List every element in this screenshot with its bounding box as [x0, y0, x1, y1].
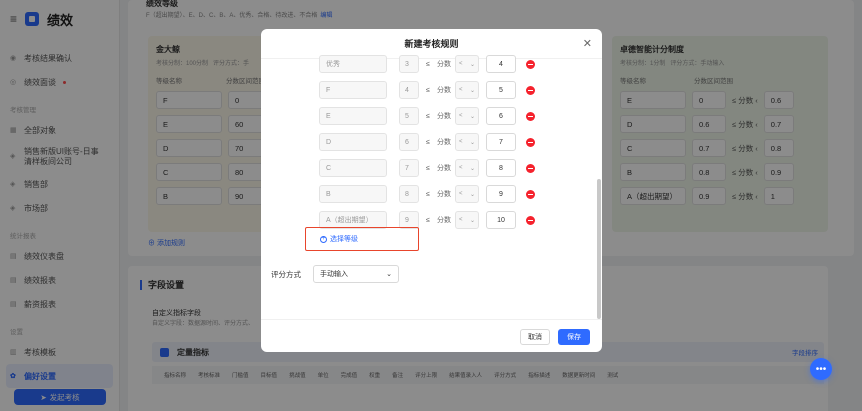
- le-symbol: ≤: [426, 112, 430, 120]
- operator-select[interactable]: < ⌄: [455, 55, 479, 73]
- le-symbol: ≤: [426, 86, 430, 94]
- score-method-label: 评分方式: [271, 269, 301, 279]
- select-level-label: 选择等级: [330, 236, 358, 243]
- grade-name-field[interactable]: C: [319, 159, 387, 177]
- cancel-button[interactable]: 取消: [520, 329, 550, 345]
- max-score-field[interactable]: 8: [486, 159, 516, 177]
- chevron-down-icon: ⌄: [469, 165, 475, 172]
- chevron-down-icon: ⌄: [469, 139, 475, 146]
- save-button[interactable]: 保存: [558, 329, 590, 345]
- min-score-field[interactable]: 4: [399, 81, 419, 99]
- modal-footer: 取消 保存: [261, 319, 602, 352]
- min-score-field[interactable]: 7: [399, 159, 419, 177]
- close-icon[interactable]: ✕: [583, 37, 592, 50]
- min-score-field[interactable]: 8: [399, 185, 419, 203]
- operator-select[interactable]: < ⌄: [455, 159, 479, 177]
- grade-name-field[interactable]: F: [319, 81, 387, 99]
- score-label: 分数: [437, 87, 451, 94]
- chevron-down-icon: ⌄: [469, 217, 475, 224]
- rule-row: B 8 ≤ 分数 < ⌄ 9: [319, 185, 535, 203]
- rule-row: 优秀 3 ≤ 分数 < ⌄ 4: [319, 55, 535, 73]
- score-method-row: 评分方式 手动输入 ⌄: [271, 265, 399, 283]
- new-rule-modal: 新建考核规则 ✕ 优秀 3 ≤ 分数 < ⌄ 4 F 4 ≤ 分数 < ⌄ 5 E …: [261, 29, 602, 352]
- min-score-field[interactable]: 6: [399, 133, 419, 151]
- score-method-select[interactable]: 手动输入 ⌄: [313, 265, 399, 283]
- score-label: 分数: [437, 61, 451, 68]
- modal-scrollbar[interactable]: [597, 179, 601, 319]
- max-score-field[interactable]: 4: [486, 55, 516, 73]
- remove-row-icon[interactable]: [526, 111, 535, 121]
- chevron-down-icon: ⌄: [469, 191, 475, 198]
- operator-select[interactable]: < ⌄: [455, 133, 479, 151]
- remove-row-icon[interactable]: [526, 163, 535, 173]
- chevron-down-icon: ⌄: [469, 61, 475, 68]
- grade-name-field[interactable]: B: [319, 185, 387, 203]
- chevron-down-icon: ⌄: [469, 113, 475, 120]
- score-label: 分数: [437, 165, 451, 172]
- rule-row: E 5 ≤ 分数 < ⌄ 6: [319, 107, 535, 125]
- score-method-value: 手动输入: [320, 271, 348, 278]
- le-symbol: ≤: [426, 190, 430, 198]
- rule-row: D 6 ≤ 分数 < ⌄ 7: [319, 133, 535, 151]
- max-score-field[interactable]: 9: [486, 185, 516, 203]
- score-label: 分数: [437, 139, 451, 146]
- rule-row: F 4 ≤ 分数 < ⌄ 5: [319, 81, 535, 99]
- chevron-down-icon: ⌄: [469, 87, 475, 94]
- le-symbol: ≤: [426, 60, 430, 68]
- grade-name-field[interactable]: E: [319, 107, 387, 125]
- max-score-field[interactable]: 5: [486, 81, 516, 99]
- score-label: 分数: [437, 191, 451, 198]
- operator-select[interactable]: < ⌄: [455, 211, 479, 229]
- score-label: 分数: [437, 217, 451, 224]
- le-symbol: ≤: [426, 138, 430, 146]
- max-score-field[interactable]: 10: [486, 211, 516, 229]
- grade-name-field[interactable]: 优秀: [319, 55, 387, 73]
- modal-title: 新建考核规则: [404, 39, 459, 49]
- operator-select[interactable]: < ⌄: [455, 107, 479, 125]
- rule-row: C 7 ≤ 分数 < ⌄ 8: [319, 159, 535, 177]
- more-fab-button[interactable]: •••: [810, 358, 832, 380]
- remove-row-icon[interactable]: [526, 189, 535, 199]
- grade-name-field[interactable]: D: [319, 133, 387, 151]
- le-symbol: ≤: [426, 216, 430, 224]
- operator-select[interactable]: < ⌄: [455, 185, 479, 203]
- min-score-field[interactable]: 5: [399, 107, 419, 125]
- min-score-field[interactable]: 3: [399, 55, 419, 73]
- max-score-field[interactable]: 6: [486, 107, 516, 125]
- remove-row-icon[interactable]: [526, 59, 535, 69]
- chevron-down-icon: ⌄: [386, 271, 392, 278]
- more-icon: •••: [815, 363, 827, 375]
- remove-row-icon[interactable]: [526, 137, 535, 147]
- remove-row-icon[interactable]: [526, 85, 535, 95]
- remove-row-icon[interactable]: [526, 215, 535, 225]
- plus-circle-icon: +: [320, 235, 327, 243]
- modal-body: 优秀 3 ≤ 分数 < ⌄ 4 F 4 ≤ 分数 < ⌄ 5 E 5 ≤ 分数 < ⌄…: [261, 55, 602, 319]
- le-symbol: ≤: [426, 164, 430, 172]
- operator-select[interactable]: < ⌄: [455, 81, 479, 99]
- select-level-button[interactable]: + 选择等级: [305, 227, 419, 251]
- max-score-field[interactable]: 7: [486, 133, 516, 151]
- score-label: 分数: [437, 113, 451, 120]
